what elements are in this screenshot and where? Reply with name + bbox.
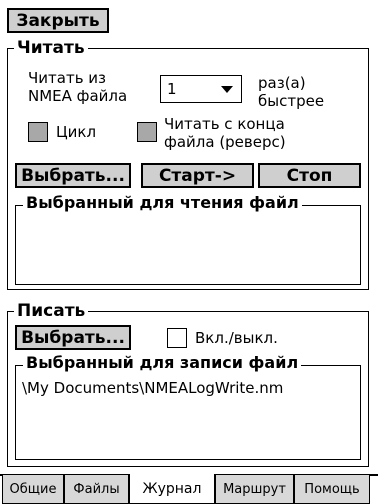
write-select-button[interactable]: Выбрать... [15,325,131,350]
read-selected-file-box [15,205,361,285]
reverse-checkbox[interactable] [137,122,157,142]
tab-general[interactable]: Общие [2,474,64,504]
tab-log[interactable]: Журнал [129,474,215,504]
times-label-line2: быстрее [258,92,325,110]
read-from-label-line1: Читать из [28,69,107,87]
write-selected-file-legend: Выбранный для записи файл [23,354,302,372]
stop-button[interactable]: Стоп [258,163,361,188]
read-from-label-line2: NMEA файла [28,87,128,105]
close-button[interactable]: Закрыть [7,8,109,33]
write-legend: Писать [14,302,89,320]
write-toggle-checkbox[interactable] [167,328,187,348]
write-selected-file-value: \My Documents\NMEALogWrite.nm [22,379,284,397]
read-legend: Читать [14,39,88,57]
chevron-down-icon [221,86,233,93]
speed-value: 1 [167,80,177,98]
read-selected-file-legend: Выбранный для чтения файл [23,194,302,212]
write-toggle-label: Вкл./выкл. [195,329,278,347]
loop-label: Цикл [56,123,97,141]
tab-help[interactable]: Помощь [294,474,370,504]
times-label-line1: раз(а) [258,74,306,92]
read-select-button[interactable]: Выбрать... [15,163,131,188]
speed-dropdown[interactable]: 1 [160,75,242,103]
tab-files[interactable]: Файлы [64,474,129,504]
loop-checkbox[interactable] [28,122,48,142]
reverse-label-line1: Читать с конца [164,115,285,133]
reverse-label-line2: файла (реверс) [164,133,286,151]
tab-route[interactable]: Маршрут [215,474,294,504]
start-button[interactable]: Старт-> [141,163,254,188]
